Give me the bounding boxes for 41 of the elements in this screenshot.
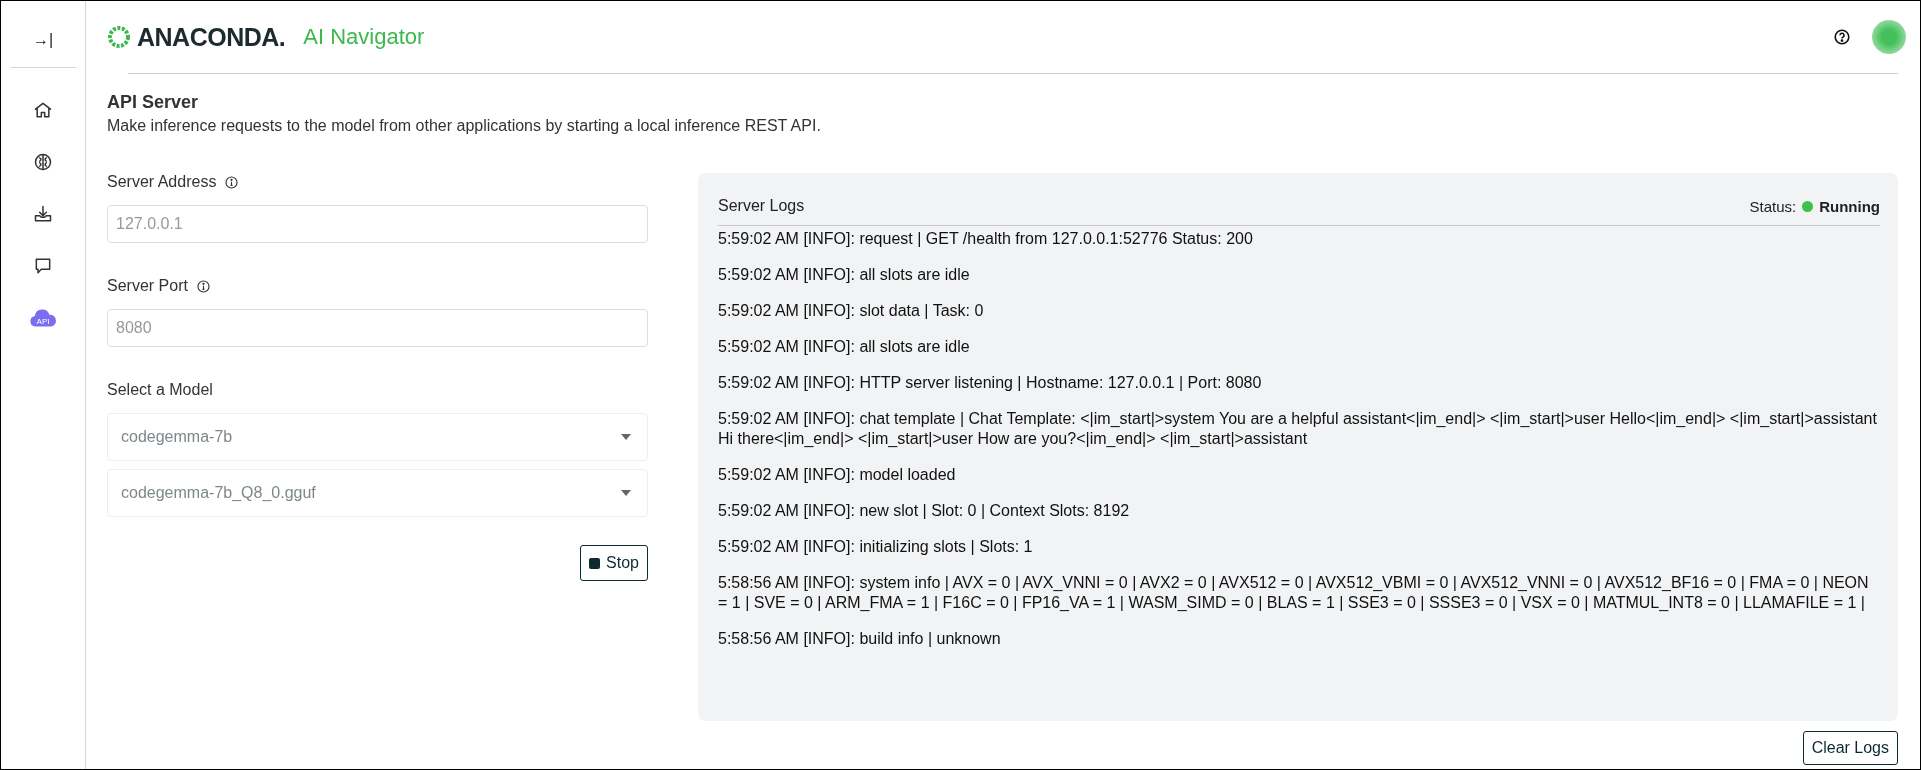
chat-bubble-icon	[33, 256, 53, 276]
info-icon	[225, 175, 239, 189]
help-icon[interactable]	[1834, 29, 1850, 45]
log-entry: 5:59:02 AM [INFO]: initializing slots | Slots: 1	[718, 537, 1034, 557]
page-title: API Server	[107, 92, 200, 113]
logs-title: Server Logs	[718, 197, 805, 215]
log-entry: 5:59:02 AM [INFO]: all slots are idle	[718, 337, 971, 357]
field-label: Select a Model	[107, 381, 213, 399]
log-entry: 5:59:02 AM [INFO]: slot data | Task: 0	[718, 301, 985, 321]
log-entry: 5:59:02 AM [INFO]: request | GET /health from 127.0.0.1:52776 Status: 200	[718, 229, 1254, 249]
field-label: Server Port	[107, 277, 188, 295]
log-entry: 5:59:02 AM [INFO]: new slot | Slot: 0 | Context Slots: 8192	[718, 501, 1131, 521]
stop-icon	[589, 557, 601, 569]
log-entry: 5:58:56 AM [INFO]: build info | unknown	[718, 629, 1002, 649]
status-value: Running	[1819, 197, 1880, 215]
status-label: Status:	[1749, 197, 1797, 215]
info-icon	[196, 279, 210, 293]
home-icon	[33, 100, 53, 120]
clear-logs-button[interactable]: Clear Logs	[1802, 731, 1898, 765]
select-value: codegemma-7b_Q8_0.gguf	[121, 484, 316, 502]
select-value: codegemma-7b	[121, 428, 233, 446]
product-name: AI Navigator	[303, 24, 425, 50]
brand-wordmark: ANACONDA.	[137, 22, 286, 52]
log-entry: 5:58:56 AM [INFO]: system info | AVX = 0 | AVX_VNNI = 0 | AVX2 = 0 | AVX512 = 0 | AVX512_VBMI = 0 | AVX512_VNNI = 0 | AVX512_BF16 = 0 | FMA = 0 | NEON = 1 | SVE = 0 | ARM_FMA = 1 | F16C = 0 | FP16_VA = 1 | WASM_SIMD = 0 | BLAS = 1 | SSE3 = 0 | SSSE3 = 0 | VSX = 0 | MATMUL_INT8 = 0 | LLAMAFILE = 1 |	[718, 573, 1870, 613]
field-label: Server Address	[107, 173, 217, 191]
collapse-toggle[interactable]: →|	[28, 27, 58, 53]
brain-icon	[33, 152, 53, 172]
model-select[interactable]: codegemma-7b	[107, 413, 648, 461]
log-entry: 5:59:02 AM [INFO]: all slots are idle	[718, 265, 971, 285]
log-entry: 5:59:02 AM [INFO]: model loaded	[718, 465, 957, 485]
log-entry: 5:59:02 AM [INFO]: chat template | Chat Template: <|im_start|>system You are a helpful assistant<|im_end|> <|im_start|>user Hello<|im_end|> <|im_start|>assistant Hi there<|im_end|> <|im_start|>user How are you?<|im_end|> <|im_start|>assistant	[718, 409, 1878, 449]
log-entry: 5:59:02 AM [INFO]: HTTP server listening | Hostname: 127.0.0.1 | Port: 8080	[718, 373, 1263, 393]
caret-icon	[621, 434, 631, 440]
model-select[interactable]: codegemma-7b_Q8_0.gguf	[107, 469, 648, 517]
logo-ring-icon	[107, 25, 131, 49]
server-port-field[interactable]: 8080	[107, 309, 648, 347]
caret-icon	[621, 490, 631, 496]
page-description: Make inference requests to the model from other applications by starting a local inference REST API.	[107, 117, 822, 135]
download-icon	[33, 204, 53, 224]
server-address-field[interactable]: 127.0.0.1	[107, 205, 648, 243]
stop-button[interactable]: Stop	[580, 545, 648, 581]
